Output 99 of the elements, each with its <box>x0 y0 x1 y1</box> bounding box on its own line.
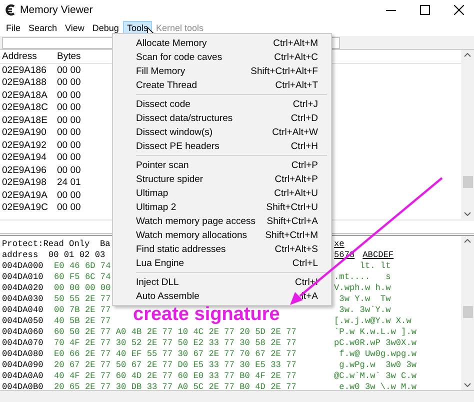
scroll-thumb[interactable] <box>462 176 472 188</box>
hex-bytes: E0 66 2E 77 40 EF 55 77 30 67 2E 77 70 67 2E 77 <box>54 348 296 358</box>
hex-ascii: pC.w0R.wP 3w0X.w <box>334 338 417 348</box>
hex-address: 004DA060 <box>1 326 44 336</box>
menu-entry[interactable]: Scan for code caves Ctrl+Alt+C <box>113 50 331 64</box>
hex-address: 004DA000 <box>1 260 44 270</box>
table-cell-text: 02E9A190 <box>1 127 48 138</box>
maximize-icon <box>420 5 430 15</box>
hex-bytes: 40 4F 2E 77 60 4D 2E 77 60 E0 33 77 B0 4F 2E 77 <box>54 370 296 380</box>
scroll-down-icon <box>464 212 471 216</box>
menu-entry[interactable]: Dissect PE headers Ctrl+H <box>113 139 331 153</box>
menu-entry[interactable]: Watch memory allocations Shift+Ctrl+M <box>113 228 331 242</box>
hex-ascii: @C.w`M.w` 3w C.w <box>334 370 417 380</box>
menu-entry[interactable]: Lua Engine Ctrl+L <box>113 256 331 270</box>
hex-header: Protect:Read Only Ba <box>1 238 110 248</box>
hex-bytes: 20 65 2E 77 30 DB 33 77 A0 5C 2E 77 B0 4D 2E 77 <box>54 382 296 390</box>
table-cell-text: 00 00 <box>57 90 82 101</box>
table-cell-text: 02E9A188 <box>1 77 48 88</box>
hex-header: xe <box>334 238 344 248</box>
app-logo-icon <box>5 4 16 16</box>
hex-address: 004DA080 <box>1 348 44 358</box>
column-header: Address <box>1 51 38 62</box>
hex-ascii: .mt.... s <box>334 272 391 282</box>
menu-item[interactable]: Debug <box>88 21 123 35</box>
table-cell-text: 24 01 <box>57 177 82 188</box>
hex-ascii: f.w@ Uw0g.wpg.w <box>338 348 417 358</box>
close-icon <box>454 5 464 15</box>
hex-ascii: lt. lt <box>358 260 391 270</box>
hex-address: 004DA030 <box>1 294 44 304</box>
hex-address: 004DA040 <box>1 304 44 314</box>
scroll-up-icon <box>464 239 471 243</box>
table-cell-text: 02E9A18E <box>1 114 48 126</box>
menu-entry[interactable]: Structure spider Ctrl+Alt+P <box>113 172 331 186</box>
menu-entry[interactable]: Pointer scan Ctrl+P <box>113 158 331 172</box>
annotation-text: create signature <box>133 306 280 324</box>
table-cell-text: 00 00 <box>57 127 82 138</box>
hex-address: 004DA090 <box>1 360 44 370</box>
scroll-thumb[interactable] <box>462 306 472 318</box>
hex-ascii: e.w0 3w \.w M.w <box>338 382 417 390</box>
menu-entry[interactable]: Create Thread Ctrl+Alt+T <box>113 78 331 92</box>
table-cell-text: 02E9A198 <box>1 177 48 188</box>
menu-entry[interactable]: Ultimap Ctrl+Alt+U <box>113 186 331 200</box>
hex-ascii: 3w Y.w Tw <box>338 294 391 304</box>
hex-bytes: 00 7B 2E 77 <box>54 304 111 314</box>
scroll-up-icon <box>464 53 471 57</box>
hex-ascii: g.wPg.w 3w0 3w <box>338 360 417 370</box>
hex-bytes: 60 50 2E 77 A0 4B 2E 77 10 4C 2E 77 20 5D 2E 77 <box>54 326 296 336</box>
hex-header: address 00 01 02 03 <box>1 250 106 260</box>
table-cell-text: 02E9A18A <box>1 90 48 101</box>
hex-address: 004DA010 <box>1 272 44 282</box>
hex-bytes: 50 55 2E 77 <box>54 294 111 304</box>
menu-entry[interactable]: Dissect code Ctrl+J <box>113 97 331 111</box>
hex-bytes: 70 4F 2E 77 30 52 2E 77 50 E2 33 77 30 58 2E 77 <box>54 338 296 348</box>
menu-entry[interactable]: Find static addresses Ctrl+Alt+S <box>113 242 331 256</box>
table-cell-text: 00 00 <box>57 190 82 201</box>
hex-header: ABCDEF <box>362 250 394 260</box>
menu-entry[interactable]: Allocate Memory Ctrl+Alt+M <box>113 36 331 50</box>
scroll-down-icon <box>464 383 471 387</box>
menu-entry[interactable]: Dissect window(s) Ctrl+Alt+W <box>113 125 331 139</box>
hex-ascii: V.wph.w h.w <box>334 282 391 292</box>
hex-ascii: [.w.j.w@Y.w X.w <box>334 316 412 326</box>
table-cell-text: 00 00 <box>57 102 82 114</box>
menu-entry[interactable]: Dissect data/structures Ctrl+D <box>113 111 331 125</box>
menu-item[interactable]: View <box>61 21 88 35</box>
table-cell-text: 02E9A194 <box>1 152 48 164</box>
hex-bytes: 40 5B 2E 77 <box>54 316 111 326</box>
table-cell-text: 02E9A186 <box>1 64 48 76</box>
hex-ascii: `P.w K.w.L.w ].w <box>334 326 417 336</box>
table-cell-text: 00 00 <box>57 77 82 88</box>
table-cell-text: 00 00 <box>57 140 82 151</box>
hex-bytes: 00 00 00 00 <box>54 282 111 292</box>
menu-item[interactable]: Search <box>24 21 62 35</box>
hex-ascii: 3w. 3w`Y.w <box>338 304 391 314</box>
hex-address: 004DA0B0 <box>1 382 44 390</box>
table-cell-text: 00 00 <box>57 152 82 164</box>
table-cell-text: 00 00 <box>57 202 82 214</box>
hex-address: 004DA020 <box>1 282 44 292</box>
table-cell-text: 02E9A19C <box>1 202 49 214</box>
window-title: Memory Viewer <box>20 4 94 16</box>
menu-entry[interactable]: Ultimap 2 Shift+Ctrl+U <box>113 200 331 214</box>
table-cell-text: 02E9A19A <box>1 190 48 201</box>
hex-bytes: E0 46 6D 74 <box>54 260 111 270</box>
table-cell-text: 00 00 <box>57 64 82 76</box>
menu-entry[interactable]: Watch memory page access Shift+Ctrl+A <box>113 214 331 228</box>
table-cell-text: 02E9A192 <box>1 140 48 151</box>
hex-address: 004DA0A0 <box>1 370 44 380</box>
hex-bytes: 60 F5 6C 74 <box>54 272 111 282</box>
hex-address: 004DA050 <box>1 316 44 326</box>
table-cell-text: 02E9A196 <box>1 164 48 176</box>
hex-address: 004DA070 <box>1 338 44 348</box>
table-cell-text: 02E9A18C <box>1 102 49 114</box>
scrollbar[interactable] <box>461 50 474 219</box>
column-header: Bytes <box>57 51 82 62</box>
table-cell-text: 00 00 <box>57 164 82 176</box>
menu-item[interactable]: File <box>2 21 25 35</box>
scrollbar[interactable] <box>461 236 474 390</box>
table-cell-text: 00 00 <box>57 114 82 126</box>
hex-bytes: 20 67 2E 77 50 67 2E 77 D0 E5 33 77 30 E5 33 77 <box>54 360 296 370</box>
menu-entry[interactable]: Fill Memory Shift+Ctrl+Alt+F <box>113 64 331 78</box>
